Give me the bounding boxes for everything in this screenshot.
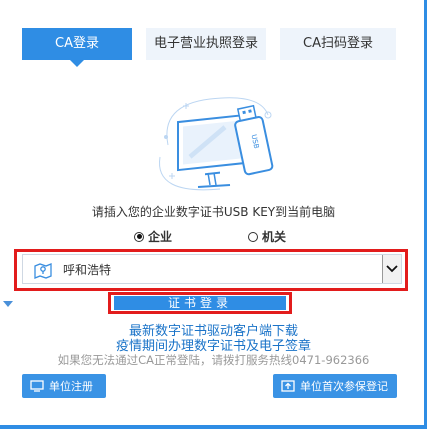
map-pin-icon (34, 263, 52, 279)
login-panel: CA登录 电子营业执照登录 CA扫码登录 USB 请插入您的企业数字证书USB … (0, 0, 427, 429)
tab-ca-login[interactable]: CA登录 (22, 28, 132, 67)
radio-dot-unchecked[interactable] (248, 231, 258, 242)
radio-enterprise[interactable]: 企业 (134, 228, 172, 245)
city-select[interactable]: 呼和浩特 (22, 254, 402, 284)
cert-login-button[interactable]: 证书登录 (114, 296, 286, 310)
panel-bottom-border (0, 425, 427, 429)
tab-business-license-login[interactable]: 电子营业执照登录 (146, 28, 266, 60)
insert-key-hint: 请插入您的企业数字证书USB KEY到当前电脑 (91, 205, 336, 219)
unit-register-button[interactable]: 单位注册 (22, 374, 106, 398)
usb-key-illustration: USB (159, 97, 274, 191)
login-tabs: CA登录 电子营业执照登录 CA扫码登录 (22, 28, 396, 67)
radio-government[interactable]: 机关 (248, 228, 286, 245)
tab-ca-scan-login[interactable]: CA扫码登录 (280, 28, 396, 60)
triangle-down-icon (3, 301, 13, 307)
first-insurance-register-label: 单位首次参保登记 (300, 380, 388, 393)
first-insurance-register-button[interactable]: 单位首次参保登记 (273, 374, 397, 398)
city-select-value: 呼和浩特 (63, 263, 112, 277)
monitor-icon (30, 380, 44, 392)
unit-register-label: 单位注册 (49, 380, 93, 393)
radio-dot-checked[interactable] (134, 231, 144, 242)
chevron-down-icon[interactable] (382, 255, 401, 283)
upload-icon (281, 380, 295, 392)
service-hotline-note: 如果您无法通过CA正常登陆，请拨打服务热线0471-962366 (57, 353, 370, 367)
radio-government-label: 机关 (262, 230, 287, 244)
radio-enterprise-label: 企业 (148, 230, 173, 244)
